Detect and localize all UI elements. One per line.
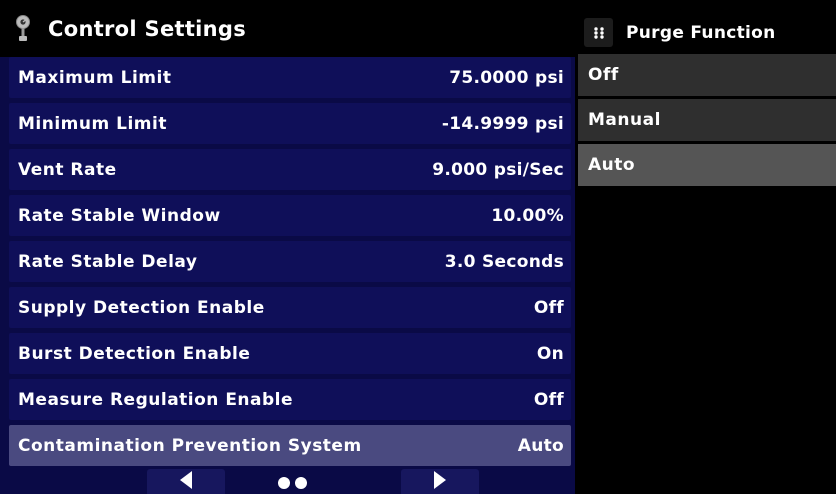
option-off[interactable]: Off bbox=[578, 54, 836, 96]
setting-value: On bbox=[536, 343, 564, 364]
setting-minimum-limit[interactable]: Minimum Limit -14.9999 psi bbox=[9, 103, 571, 144]
purge-function-header: Purge Function bbox=[578, 11, 836, 54]
setting-contamination-prevention-system[interactable]: Contamination Prevention System Auto bbox=[9, 425, 571, 466]
grid-icon[interactable] bbox=[584, 18, 613, 47]
setting-label: Contamination Prevention System bbox=[18, 435, 362, 456]
setting-rate-stable-delay[interactable]: Rate Stable Delay 3.0 Seconds bbox=[9, 241, 571, 282]
setting-value: Auto bbox=[517, 435, 564, 456]
setting-value: 3.0 Seconds bbox=[444, 251, 564, 272]
page-dot bbox=[295, 477, 307, 489]
option-label: Manual bbox=[588, 110, 661, 130]
setting-value: 10.00% bbox=[491, 205, 564, 226]
setting-label: Rate Stable Window bbox=[18, 205, 221, 226]
thermometer-icon bbox=[12, 14, 34, 44]
setting-label: Supply Detection Enable bbox=[18, 297, 265, 318]
control-settings-panel: Control Settings Maximum Limit 75.0000 p… bbox=[0, 0, 575, 494]
option-label: Off bbox=[588, 65, 619, 85]
page-indicator bbox=[278, 477, 307, 489]
setting-measure-regulation-enable[interactable]: Measure Regulation Enable Off bbox=[9, 379, 571, 420]
setting-value: Off bbox=[533, 297, 564, 318]
option-manual[interactable]: Manual bbox=[578, 99, 836, 141]
setting-label: Maximum Limit bbox=[18, 67, 172, 88]
setting-label: Measure Regulation Enable bbox=[18, 389, 294, 410]
setting-maximum-limit[interactable]: Maximum Limit 75.0000 psi bbox=[9, 57, 571, 98]
setting-label: Vent Rate bbox=[18, 159, 117, 180]
setting-value: 9.000 psi/Sec bbox=[432, 159, 564, 180]
purge-function-panel: Purge Function Off Manual Auto bbox=[578, 11, 836, 189]
pager bbox=[9, 463, 571, 494]
option-auto[interactable]: Auto bbox=[578, 144, 836, 186]
settings-list: Maximum Limit 75.0000 psi Minimum Limit … bbox=[9, 57, 571, 471]
setting-vent-rate[interactable]: Vent Rate 9.000 psi/Sec bbox=[9, 149, 571, 190]
setting-value: Off bbox=[533, 389, 564, 410]
previous-page-button[interactable] bbox=[147, 469, 225, 494]
setting-burst-detection-enable[interactable]: Burst Detection Enable On bbox=[9, 333, 571, 374]
left-arrow-icon bbox=[179, 469, 193, 493]
purge-function-title: Purge Function bbox=[626, 22, 776, 43]
setting-label: Rate Stable Delay bbox=[18, 251, 198, 272]
header: Control Settings bbox=[0, 0, 575, 57]
right-arrow-icon bbox=[433, 469, 447, 493]
setting-label: Minimum Limit bbox=[18, 113, 167, 134]
page-title: Control Settings bbox=[48, 16, 247, 41]
setting-rate-stable-window[interactable]: Rate Stable Window 10.00% bbox=[9, 195, 571, 236]
setting-supply-detection-enable[interactable]: Supply Detection Enable Off bbox=[9, 287, 571, 328]
setting-label: Burst Detection Enable bbox=[18, 343, 251, 364]
setting-value: 75.0000 psi bbox=[449, 67, 564, 88]
next-page-button[interactable] bbox=[401, 469, 479, 494]
setting-value: -14.9999 psi bbox=[441, 113, 564, 134]
option-label: Auto bbox=[588, 155, 636, 175]
page-dot bbox=[278, 477, 290, 489]
